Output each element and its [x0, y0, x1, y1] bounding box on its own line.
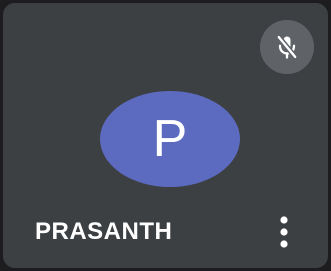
mic-muted-badge: [260, 20, 314, 74]
avatar: P: [100, 91, 240, 187]
participant-name: PRASANTH: [35, 218, 173, 245]
more-vert-icon: [280, 216, 288, 248]
more-options-button[interactable]: [269, 210, 299, 254]
participant-tile: P PRASANTH: [3, 3, 328, 268]
mic-off-icon: [276, 34, 298, 60]
avatar-initial: P: [152, 110, 188, 168]
